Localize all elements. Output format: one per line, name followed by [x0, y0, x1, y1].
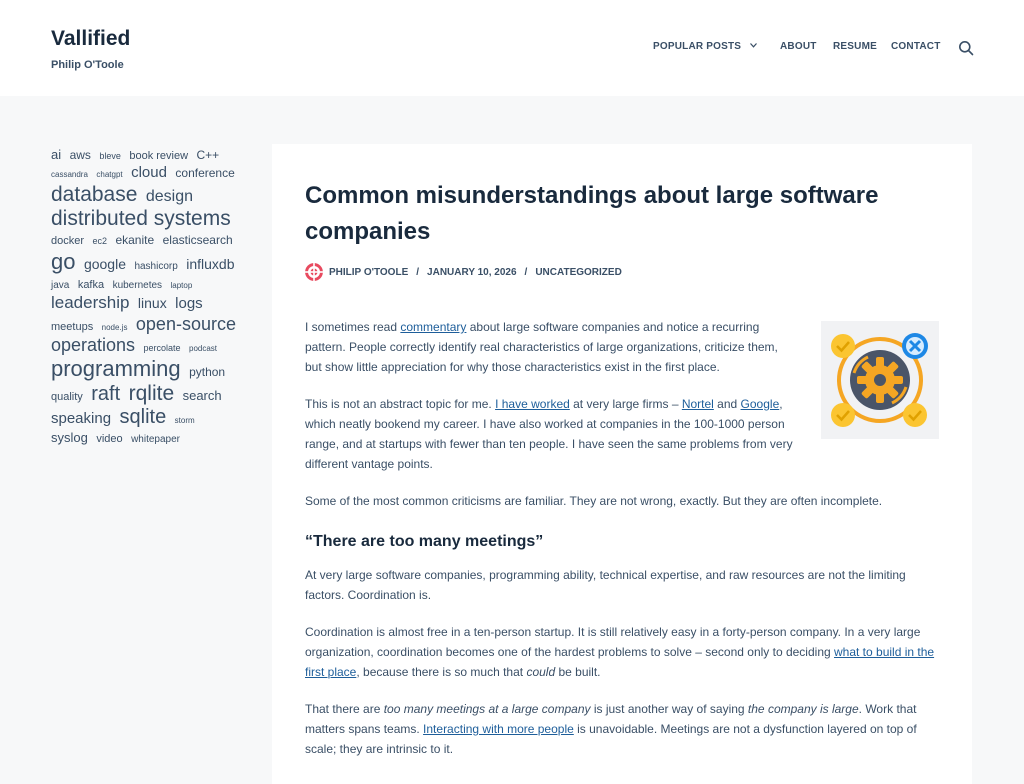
tag-link[interactable]: linux [138, 295, 167, 311]
text: is just another way of saying [590, 702, 748, 716]
text: , because there is so much that [356, 665, 527, 679]
tag-link[interactable]: syslog [51, 430, 88, 446]
tag-link[interactable]: java [51, 280, 69, 292]
tag-link[interactable]: logs [175, 295, 203, 312]
tag-link[interactable]: design [146, 188, 193, 206]
tag-link[interactable]: ekanite [115, 233, 154, 248]
text: at very large firms – [569, 397, 682, 411]
text: and [713, 397, 741, 411]
search-button[interactable] [958, 40, 974, 56]
tag-link[interactable]: cassandra [51, 170, 88, 179]
tag-link[interactable]: kubernetes [113, 280, 162, 292]
i-have-worked-link[interactable]: I have worked [495, 397, 570, 411]
sidebar: ai aws bleve book review C++ cassandra c… [51, 146, 241, 447]
tag-link[interactable]: cloud [131, 164, 167, 181]
emphasis: too many meetings at a large company [383, 702, 591, 716]
tag-link[interactable]: C++ [197, 148, 220, 163]
tag-link[interactable]: speaking [51, 410, 111, 427]
post-author-link[interactable]: PHILIP O'TOOLE [329, 267, 408, 278]
tag-link[interactable]: node.js [102, 323, 128, 332]
text: I sometimes read [305, 320, 401, 334]
text: This is not an abstract topic for me. [305, 397, 496, 411]
paragraph: I sometimes read commentary about large … [305, 317, 795, 377]
post-article: Common misunderstandings about large sof… [272, 144, 972, 784]
section-heading: “There are too many meetings” [305, 533, 544, 550]
text: That there are [305, 702, 384, 716]
chevron-down-icon [750, 43, 758, 48]
tag-link[interactable]: open-source [136, 314, 236, 335]
tag-link[interactable]: sqlite [120, 406, 167, 429]
site-tagline: Philip O'Toole [51, 59, 124, 71]
emphasis: the company is large [747, 702, 859, 716]
nav-label: POPULAR POSTS [653, 41, 742, 52]
post-title: Common misunderstandings about large sof… [305, 182, 879, 245]
tag-link[interactable]: chatgpt [96, 170, 122, 179]
nav-item-about[interactable]: ABOUT [780, 41, 817, 52]
search-icon [959, 41, 974, 56]
interacting-link[interactable]: Interacting with more people [423, 722, 574, 736]
tag-link[interactable]: kafka [78, 279, 104, 292]
tag-link[interactable]: programming [51, 356, 181, 381]
site-title[interactable]: Vallified [51, 27, 130, 51]
paragraph: At very large software companies, progra… [305, 568, 906, 602]
post-category-link[interactable]: UNCATEGORIZED [535, 267, 621, 278]
tag-link[interactable]: operations [51, 335, 135, 356]
paragraph: Some of the most common criticisms are f… [305, 494, 883, 508]
meta-separator: / [524, 266, 528, 278]
post-content: I sometimes read commentary about large … [305, 317, 945, 776]
tag-link[interactable]: bleve [99, 151, 121, 161]
paragraph: This is not an abstract topic for me. I … [305, 394, 795, 474]
tag-link[interactable]: podcast [189, 344, 217, 353]
tag-link[interactable]: ec2 [92, 236, 107, 246]
tag-link[interactable]: whitepaper [131, 434, 180, 446]
nav-item-resume[interactable]: RESUME [833, 41, 877, 52]
tag-link[interactable]: video [96, 433, 122, 446]
nav-item-popular-posts[interactable]: POPULAR POSTS [653, 41, 758, 52]
tag-link[interactable]: meetups [51, 321, 93, 334]
text: be built. [555, 665, 601, 679]
tag-link[interactable]: leadership [51, 293, 129, 313]
paragraph: Coordination is almost free in a ten-per… [305, 622, 945, 682]
tag-link[interactable]: python [189, 366, 225, 380]
emphasis: could [526, 665, 556, 679]
tag-link[interactable]: laptop [171, 281, 193, 290]
tag-link[interactable]: quality [51, 391, 83, 404]
tag-link[interactable]: google [84, 256, 126, 272]
post-meta: PHILIP O'TOOLE / JANUARY 10, 2026 / UNCA… [305, 263, 622, 281]
tag-link[interactable]: aws [70, 148, 91, 163]
tag-link[interactable]: raft [91, 383, 120, 406]
site-header: Vallified Philip O'Toole POPULAR POSTS A… [0, 0, 1024, 96]
tag-link[interactable]: search [183, 388, 222, 404]
tag-link[interactable]: conference [175, 167, 234, 181]
post-date-link[interactable]: JANUARY 10, 2026 [427, 267, 517, 278]
commentary-link[interactable]: commentary [400, 320, 466, 334]
avatar-icon [305, 263, 323, 281]
nortel-link[interactable]: Nortel [682, 397, 714, 411]
tag-link[interactable]: storm [175, 416, 195, 425]
tag-link[interactable]: docker [51, 235, 84, 248]
tag-link[interactable]: influxdb [186, 256, 234, 272]
tag-link[interactable]: rqlite [129, 382, 175, 406]
tag-cloud: ai aws bleve book review C++ cassandra c… [51, 146, 241, 447]
tag-link[interactable]: hashicorp [134, 261, 177, 273]
tag-link[interactable]: percolate [144, 343, 181, 353]
google-link[interactable]: Google [741, 397, 780, 411]
tag-link[interactable]: ai [51, 147, 61, 163]
paragraph: That there are too many meetings at a la… [305, 699, 945, 759]
text: Coordination is almost free in a ten-per… [305, 625, 921, 659]
nav-item-contact[interactable]: CONTACT [891, 41, 941, 52]
tag-link[interactable]: elasticsearch [163, 233, 233, 248]
tag-link[interactable]: database [51, 183, 137, 207]
tag-link[interactable]: book review [129, 150, 188, 163]
tag-link[interactable]: go [51, 249, 75, 274]
tag-link[interactable]: distributed systems [51, 207, 231, 231]
meta-separator: / [416, 266, 420, 278]
